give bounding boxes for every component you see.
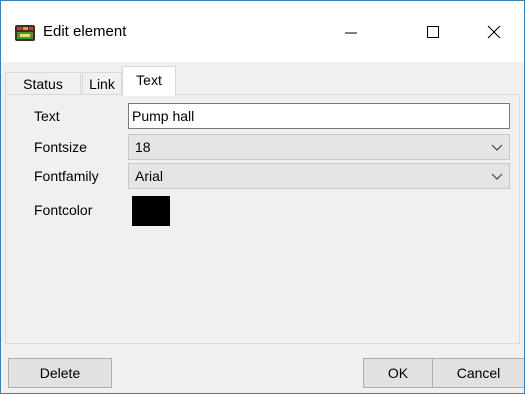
ok-button[interactable]: OK <box>363 358 433 388</box>
tab-link[interactable]: Link <box>82 72 122 94</box>
chevron-down-icon <box>491 144 503 151</box>
window-title: Edit element <box>43 23 127 40</box>
cancel-button[interactable]: Cancel <box>432 358 524 388</box>
chevron-down-icon <box>491 173 503 180</box>
text-input[interactable] <box>128 103 510 129</box>
minimize-icon <box>345 32 357 33</box>
fontfamily-value: Arial <box>135 168 164 184</box>
fontfamily-select[interactable]: Arial <box>128 163 510 189</box>
fontsize-select[interactable]: 18 <box>128 134 510 160</box>
fontcolor-swatch[interactable] <box>132 196 170 226</box>
fontcolor-label: Fontcolor <box>34 202 93 218</box>
maximize-button[interactable] <box>410 1 456 62</box>
fontfamily-label: Fontfamily <box>34 168 99 184</box>
close-button[interactable] <box>471 1 517 62</box>
fontsize-label: Fontsize <box>34 139 87 155</box>
delete-button[interactable]: Delete <box>8 358 112 388</box>
tab-status[interactable]: Status <box>5 72 81 94</box>
tab-text[interactable]: Text <box>122 66 176 96</box>
fontsize-value: 18 <box>135 139 151 155</box>
app-icon <box>15 25 35 41</box>
minimize-button[interactable] <box>328 1 374 62</box>
edit-element-dialog: Edit element Status Link Text Text Fonts… <box>0 0 525 394</box>
close-icon <box>487 25 501 38</box>
title-bar: Edit element <box>1 1 524 62</box>
text-label: Text <box>34 108 60 124</box>
maximize-icon <box>427 25 439 38</box>
